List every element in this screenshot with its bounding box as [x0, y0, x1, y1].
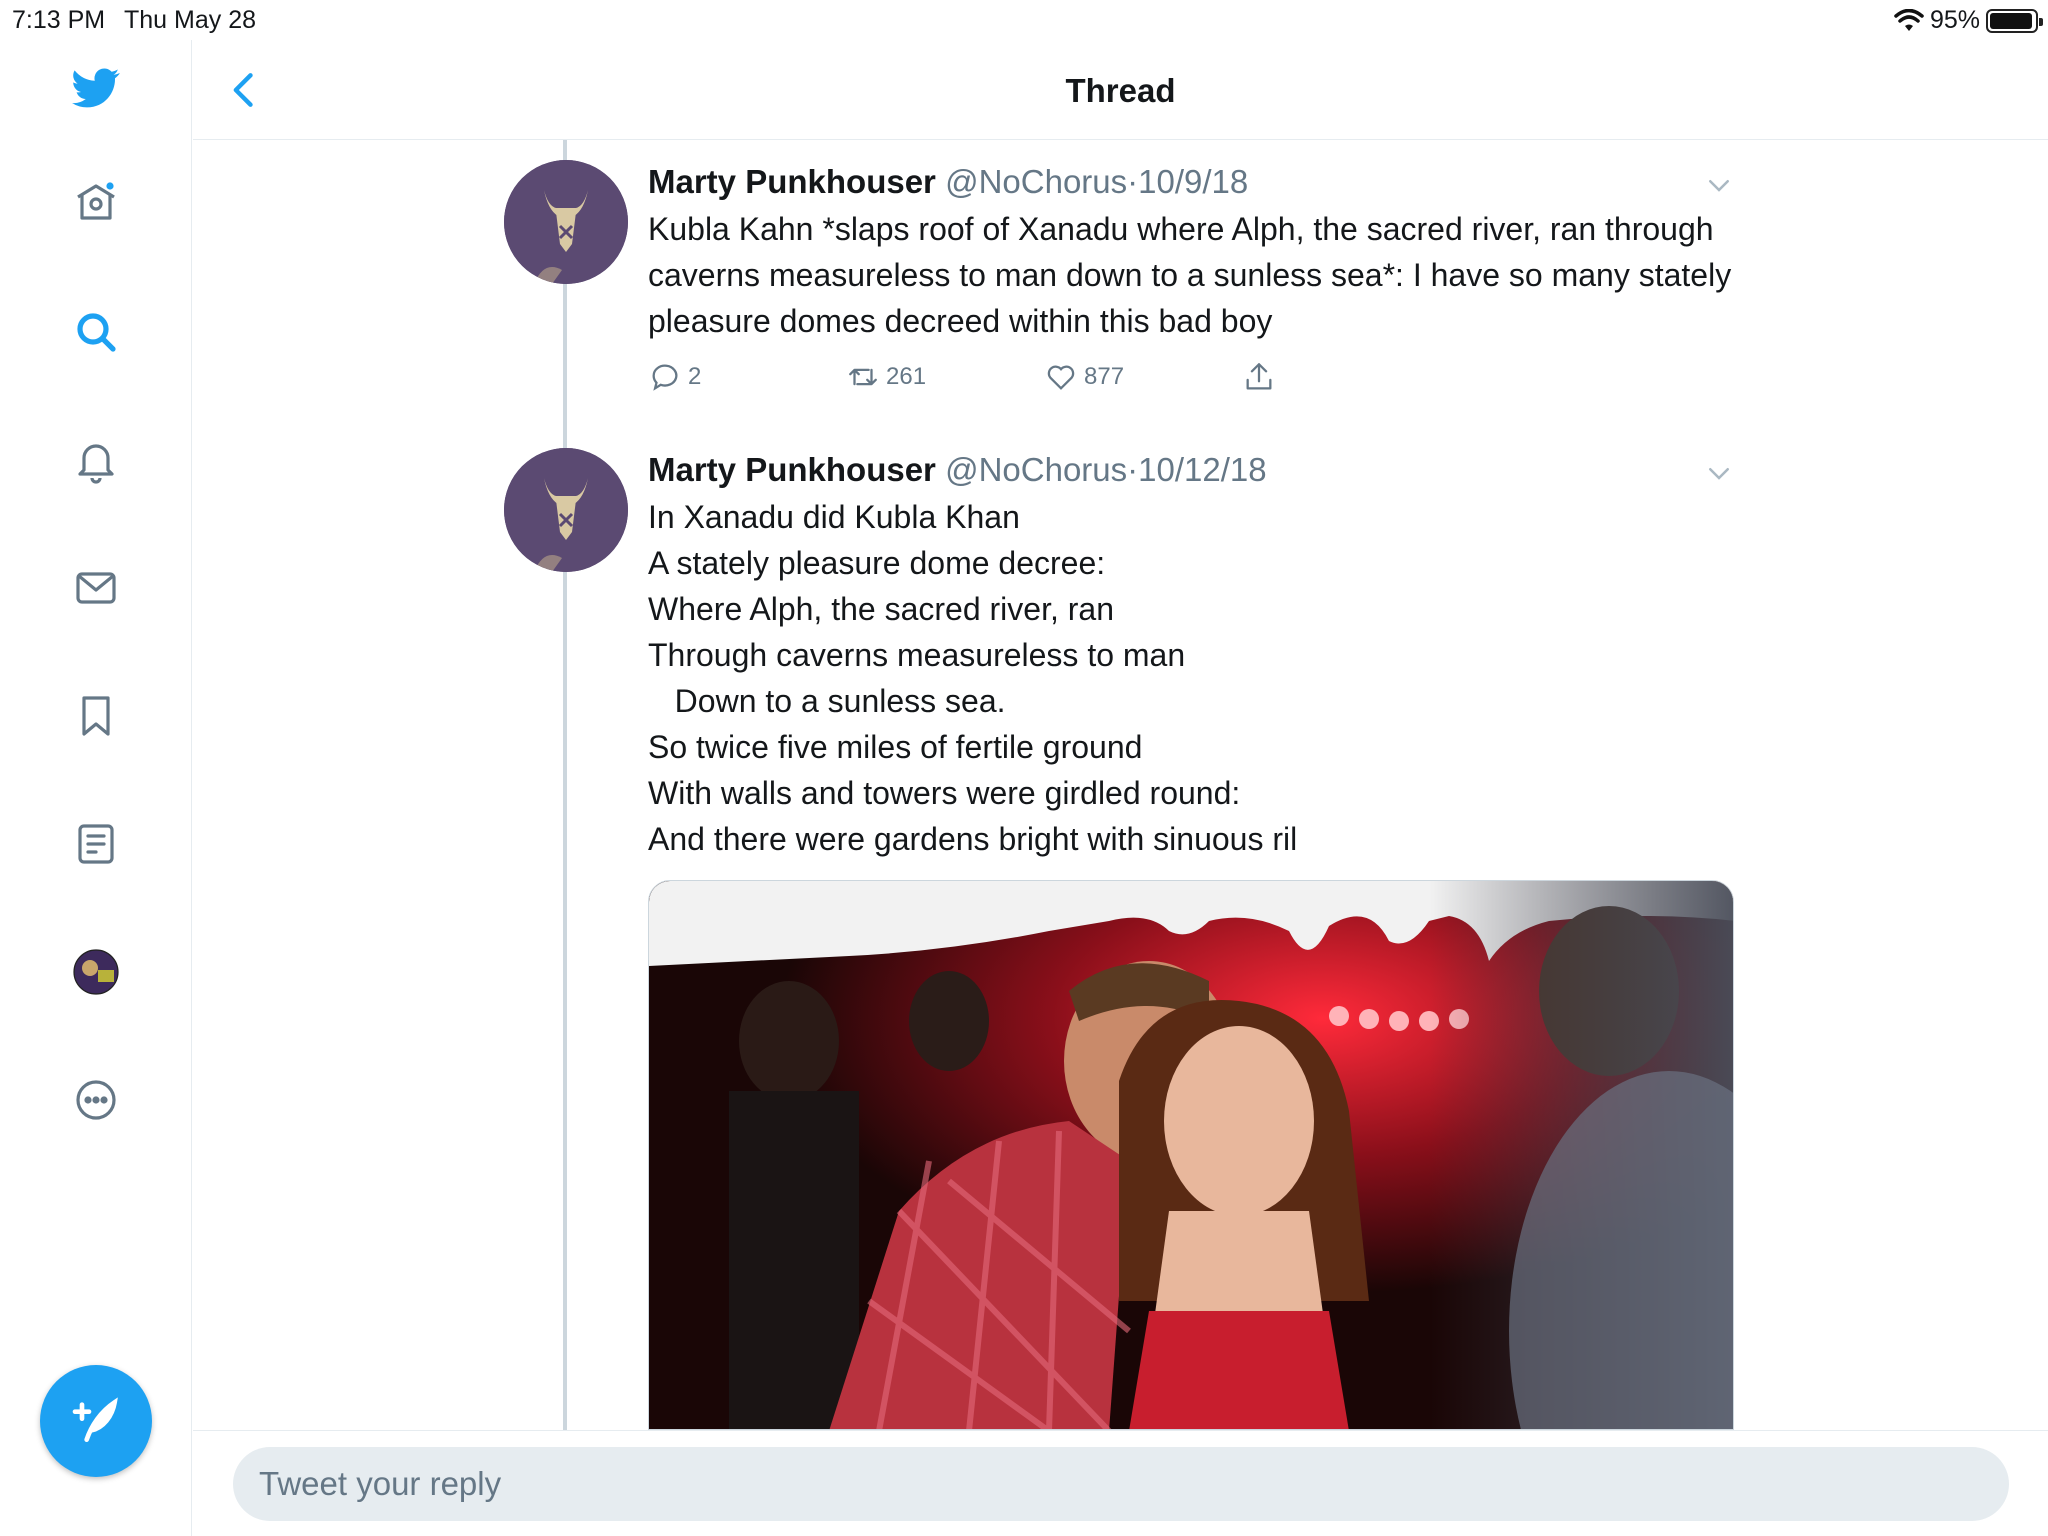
reply-count: 2 [688, 363, 702, 390]
tweet-body: Marty Punkhouser @NoChorus·10/9/18 Kubla… [648, 160, 1734, 394]
reply-bar [193, 1430, 2048, 1536]
sidebar [0, 40, 192, 1536]
profile-avatar-icon[interactable] [68, 944, 124, 1000]
reply-button[interactable]: 2 [648, 360, 846, 394]
share-button[interactable] [1242, 360, 1440, 394]
battery-icon [1986, 8, 2043, 33]
retweet-icon [849, 368, 877, 386]
bookmarks-icon[interactable] [68, 688, 124, 744]
tweet-menu-chevron-down-icon[interactable] [1704, 458, 1734, 488]
compose-feather-icon [72, 1397, 118, 1442]
battery-percent: 95% [1929, 6, 1980, 34]
like-button[interactable]: 877 [1044, 360, 1242, 394]
status-right: 95% [1894, 6, 2043, 35]
twitter-logo-icon[interactable] [68, 60, 124, 116]
meta-separator: · [1127, 163, 1139, 200]
thread-connector-line [563, 140, 567, 1430]
status-time: 7:13 PM [12, 6, 106, 34]
tweet-media-image[interactable] [648, 880, 1734, 1430]
battery-fill [1990, 12, 2032, 29]
tweet-avatar[interactable] [504, 160, 628, 284]
notifications-bell-icon[interactable] [68, 432, 124, 488]
tweet-body: Marty Punkhouser @NoChorus·10/12/18 In X… [648, 448, 1734, 862]
author-name[interactable]: Marty Punkhouser [648, 163, 936, 200]
home-icon[interactable] [68, 174, 124, 230]
tweet-menu-chevron-down-icon[interactable] [1704, 170, 1734, 200]
wifi-icon [1894, 8, 1924, 31]
retweet-count: 261 [886, 363, 927, 390]
author-handle[interactable]: @NoChorus [945, 451, 1127, 488]
messages-envelope-icon[interactable] [68, 560, 124, 616]
reply-input[interactable] [233, 1447, 2009, 1521]
retweet-button[interactable]: 261 [846, 360, 1044, 394]
tweet-text: Kubla Kahn *slaps roof of Xanadu where A… [648, 211, 1741, 339]
lists-icon[interactable] [68, 816, 124, 872]
search-icon[interactable] [68, 304, 124, 360]
author-handle[interactable]: @NoChorus [945, 163, 1127, 200]
author-name[interactable]: Marty Punkhouser [648, 451, 936, 488]
status-bar: 7:13 PM Thu May 28 95% [0, 0, 2048, 40]
tweet-meta: Marty Punkhouser @NoChorus·10/12/18 [648, 448, 1734, 492]
like-count: 877 [1084, 363, 1125, 390]
more-icon[interactable] [68, 1072, 124, 1128]
page-title: Thread [1065, 72, 1176, 109]
tweet-avatar[interactable] [504, 448, 628, 572]
status-date: Thu May 28 [124, 6, 257, 34]
tweet-date[interactable]: 10/12/18 [1138, 451, 1266, 488]
meta-separator: · [1127, 451, 1139, 488]
heart-icon [1047, 365, 1075, 390]
thread-header: Thread [193, 40, 2048, 140]
tweet-text: In Xanadu did Kubla Khan A stately pleas… [648, 499, 1298, 857]
reply-bubble-icon [652, 364, 678, 391]
tweet-date[interactable]: 10/9/18 [1138, 163, 1248, 200]
tweet-actions: 2 261 877 [648, 360, 1734, 394]
share-icon [1246, 363, 1272, 390]
tweet-meta: Marty Punkhouser @NoChorus·10/9/18 [648, 160, 1734, 204]
compose-tweet-button[interactable] [40, 1365, 152, 1477]
